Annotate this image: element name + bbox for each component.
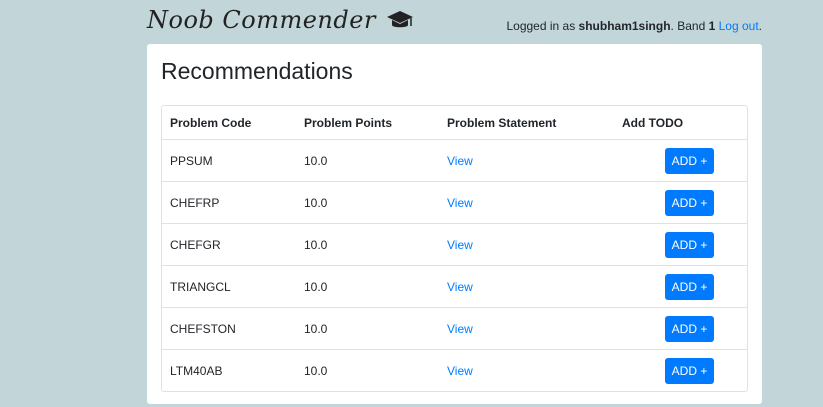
column-header-problem-statement: Problem Statement xyxy=(439,106,614,140)
add-todo-button[interactable]: ADD + xyxy=(665,189,714,216)
brand[interactable]: Noob Commender xyxy=(147,6,414,34)
column-header-add-todo: Add TODO xyxy=(614,106,747,140)
login-status: Logged in as shubham1singh. Band 1 Log o… xyxy=(506,19,762,33)
recommendations-card: Recommendations Problem Code Problem Poi… xyxy=(147,44,762,404)
view-statement-link[interactable]: View xyxy=(447,238,473,252)
problem-code: TRIANGCL xyxy=(162,265,296,308)
add-todo-button[interactable]: ADD + xyxy=(665,147,714,174)
band-prefix: . Band xyxy=(670,19,709,33)
column-header-problem-code: Problem Code xyxy=(162,106,296,140)
brand-name[interactable]: Noob Commender xyxy=(147,6,376,34)
problem-code: CHEFRP xyxy=(162,181,296,224)
table-row: LTM40AB 10.0 View ADD + xyxy=(162,349,747,391)
problem-code: CHEFGR xyxy=(162,223,296,266)
band-value: 1 xyxy=(708,19,716,33)
top-bar: Noob Commender Logged in as shubham1sing… xyxy=(147,0,762,44)
column-header-problem-points: Problem Points xyxy=(296,106,439,140)
problem-points: 10.0 xyxy=(296,265,439,308)
view-statement-link[interactable]: View xyxy=(447,154,473,168)
table-row: TRIANGCL 10.0 View ADD + xyxy=(162,265,747,308)
view-statement-link[interactable]: View xyxy=(447,364,473,378)
table-row: CHEFSTON 10.0 View ADD + xyxy=(162,307,747,350)
table-row: PPSUM 10.0 View ADD + xyxy=(162,140,747,182)
recommendations-table: Problem Code Problem Points Problem Stat… xyxy=(162,106,747,391)
add-todo-button[interactable]: ADD + xyxy=(665,273,714,300)
table-header-row: Problem Code Problem Points Problem Stat… xyxy=(162,106,747,140)
problem-points: 10.0 xyxy=(296,307,439,350)
add-todo-button[interactable]: ADD + xyxy=(665,231,714,258)
problem-code: LTM40AB xyxy=(162,349,296,391)
graduation-cap-icon xyxy=(386,11,413,28)
table-row: CHEFGR 10.0 View ADD + xyxy=(162,223,747,266)
logout-link[interactable]: Log out xyxy=(719,19,759,33)
add-todo-button[interactable]: ADD + xyxy=(665,357,714,384)
username: shubham1singh xyxy=(578,19,671,33)
add-todo-button[interactable]: ADD + xyxy=(665,315,714,342)
problem-points: 10.0 xyxy=(296,349,439,391)
problem-code: PPSUM xyxy=(170,153,213,168)
login-trailing: . xyxy=(758,19,762,33)
table-row: CHEFRP 10.0 View ADD + xyxy=(162,181,747,224)
problem-points: 10.0 xyxy=(296,181,439,224)
page-title: Recommendations xyxy=(161,58,353,84)
problem-code: CHEFSTON xyxy=(162,307,296,350)
view-statement-link[interactable]: View xyxy=(447,196,473,210)
problem-points: 10.0 xyxy=(304,153,328,168)
view-statement-link[interactable]: View xyxy=(447,280,473,294)
login-prefix: Logged in as xyxy=(506,19,579,33)
problem-points: 10.0 xyxy=(296,223,439,266)
recommendations-table-container: Problem Code Problem Points Problem Stat… xyxy=(161,105,748,392)
view-statement-link[interactable]: View xyxy=(447,322,473,336)
